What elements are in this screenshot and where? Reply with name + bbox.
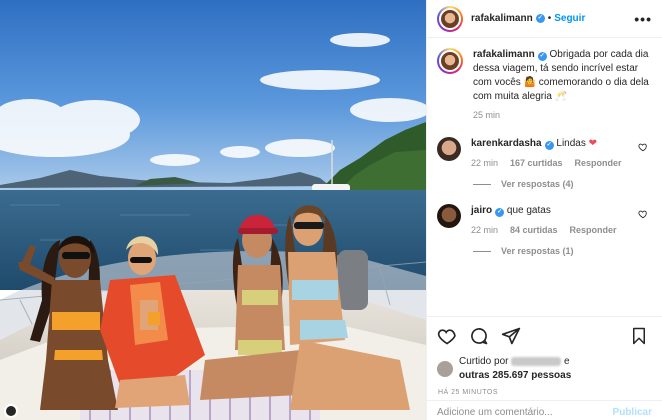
comment-likes[interactable]: 84 curtidas bbox=[510, 223, 558, 237]
author-username[interactable]: rafakalimann bbox=[471, 13, 533, 24]
more-options-icon[interactable]: ••• bbox=[634, 11, 652, 27]
replies-divider bbox=[473, 250, 491, 252]
comment-time[interactable]: 22 min bbox=[471, 223, 498, 237]
verified-badge-icon: ✓ bbox=[535, 14, 545, 23]
post-image bbox=[0, 0, 426, 420]
view-replies-button[interactable]: Ver respostas (4) bbox=[473, 179, 652, 189]
verified-badge-icon: ✓ bbox=[537, 52, 547, 61]
post-actions: Curtido por e outras 285.697 pessoas HÁ … bbox=[427, 316, 662, 396]
share-icon[interactable] bbox=[501, 326, 521, 346]
bookmark-icon[interactable] bbox=[630, 326, 648, 346]
verified-badge-icon: ✓ bbox=[495, 208, 505, 217]
header-separator: • bbox=[547, 13, 552, 24]
post-photo[interactable] bbox=[0, 0, 426, 420]
reply-button[interactable]: Responder bbox=[575, 156, 622, 170]
comment-text: que gatas bbox=[506, 205, 551, 216]
caption-username[interactable]: rafakalimann bbox=[473, 49, 535, 60]
post-timestamp[interactable]: HÁ 25 MINUTOS bbox=[438, 389, 652, 396]
author-avatar[interactable] bbox=[437, 5, 463, 32]
post-header: rafakalimann ✓ • Seguir ••• bbox=[427, 0, 662, 38]
post-side-panel: rafakalimann ✓ • Seguir ••• rafakalimann… bbox=[426, 0, 662, 420]
comment-item: jairo ✓ que gatas 22 min 84 curtidas Resp… bbox=[437, 204, 652, 237]
comments-list[interactable]: rafakalimann ✓ Obrigada por cada dia dess… bbox=[427, 48, 662, 316]
comment-heart-icon[interactable] bbox=[638, 209, 648, 219]
comment-heart-icon[interactable] bbox=[638, 142, 648, 152]
comment-username[interactable]: jairo bbox=[471, 205, 492, 216]
tagged-people-icon[interactable] bbox=[4, 404, 18, 418]
liker-username-blurred[interactable] bbox=[511, 356, 562, 366]
comment-icon[interactable] bbox=[469, 326, 489, 346]
liker-avatar[interactable] bbox=[437, 361, 453, 377]
likes-count[interactable]: outras 285.697 pessoas bbox=[459, 370, 571, 381]
caption-avatar[interactable] bbox=[437, 48, 463, 74]
post-caption: rafakalimann ✓ Obrigada por cada dia dess… bbox=[437, 48, 652, 122]
liked-by-connector: e bbox=[564, 356, 570, 367]
comment-item: karenkardasha ✓ Lindas ❤ 22 min 167 curti… bbox=[437, 137, 652, 170]
commenter-avatar[interactable] bbox=[437, 204, 461, 228]
verified-badge-icon: ✓ bbox=[544, 141, 554, 150]
publish-button[interactable]: Publicar bbox=[613, 407, 652, 418]
view-replies-button[interactable]: Ver respostas (1) bbox=[473, 246, 652, 256]
add-comment-bar: Publicar bbox=[427, 400, 662, 420]
comment-username[interactable]: karenkardasha bbox=[471, 138, 542, 149]
follow-button[interactable]: Seguir bbox=[554, 13, 585, 24]
comment-emoji: ❤ bbox=[588, 138, 598, 149]
view-replies-label: Ver respostas (4) bbox=[501, 179, 574, 189]
comment-time[interactable]: 22 min bbox=[471, 156, 498, 170]
heart-icon[interactable] bbox=[437, 326, 457, 346]
comment-likes[interactable]: 167 curtidas bbox=[510, 156, 563, 170]
comment-text: Lindas bbox=[556, 138, 586, 149]
replies-divider bbox=[473, 183, 491, 185]
liked-by-prefix: Curtido por bbox=[459, 356, 509, 367]
reply-button[interactable]: Responder bbox=[570, 223, 617, 237]
caption-time[interactable]: 25 min bbox=[473, 108, 652, 122]
commenter-avatar[interactable] bbox=[437, 137, 461, 161]
comment-input[interactable] bbox=[437, 407, 613, 418]
view-replies-label: Ver respostas (1) bbox=[501, 246, 574, 256]
likes-summary: Curtido por e outras 285.697 pessoas bbox=[437, 355, 652, 383]
